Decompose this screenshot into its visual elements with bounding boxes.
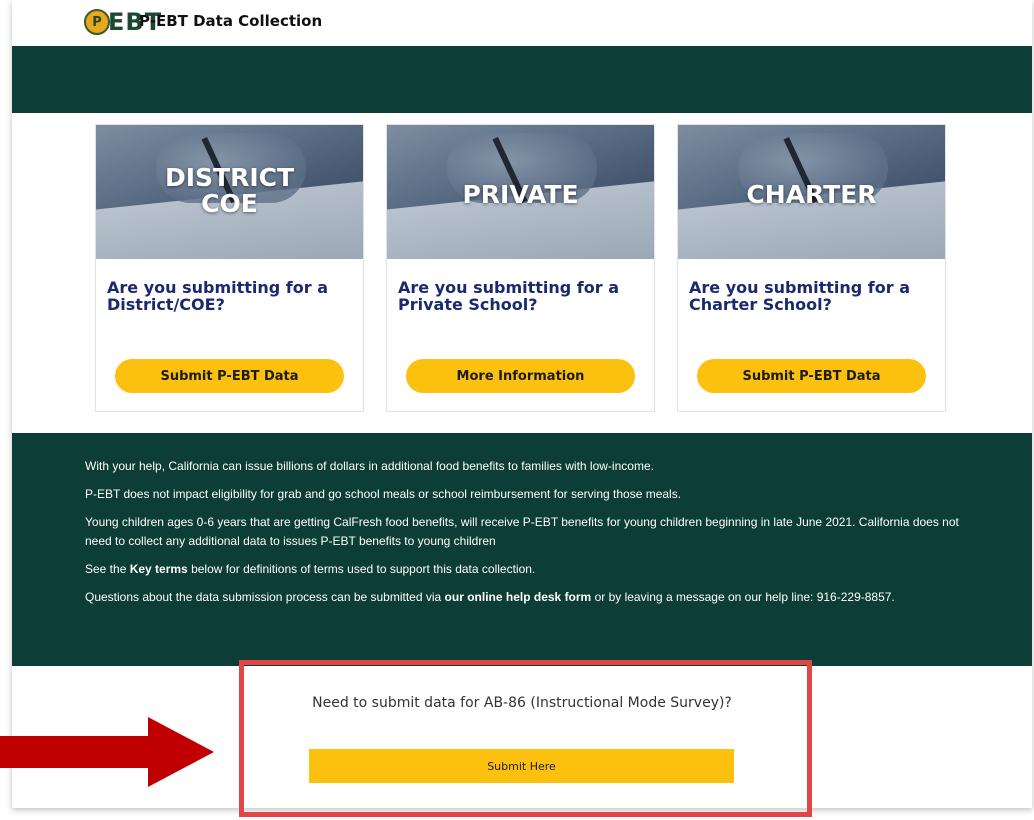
help-desk-form-link[interactable]: our online help desk form bbox=[445, 590, 592, 604]
info-text: or by leaving a message on our help line… bbox=[591, 590, 895, 604]
card-private-image: PRIVATE bbox=[387, 125, 654, 259]
info-text: See the bbox=[85, 562, 130, 576]
info-text: Questions about the data submission proc… bbox=[85, 590, 445, 604]
card-image-label: COE bbox=[201, 189, 258, 218]
submit-pebt-data-button[interactable]: Submit P-EBT Data bbox=[697, 359, 926, 393]
top-bar: P EBT P-EBT Data Collection bbox=[12, 0, 1032, 46]
info-paragraph: With your help, California can issue bil… bbox=[85, 459, 654, 473]
highlight-box bbox=[239, 660, 812, 817]
card-district-image: DISTRICT COE bbox=[96, 125, 363, 259]
red-arrow-icon bbox=[0, 717, 214, 787]
card-image-label: DISTRICT bbox=[164, 163, 295, 192]
key-terms-link[interactable]: Key terms bbox=[130, 562, 188, 576]
submit-pebt-data-button[interactable]: Submit P-EBT Data bbox=[115, 359, 344, 393]
card-private: PRIVATE Are you submitting for a Private… bbox=[386, 124, 655, 412]
card-charter: CHARTER Are you submitting for a Charter… bbox=[677, 124, 946, 412]
card-image-label: CHARTER bbox=[746, 180, 877, 209]
submission-cards: DISTRICT COE Are you submitting for a Di… bbox=[12, 113, 1032, 433]
card-question: Are you submitting for a Charter School? bbox=[689, 278, 911, 314]
card-question: Are you submitting for a Private School? bbox=[398, 278, 620, 314]
info-paragraph: Questions about the data submission proc… bbox=[85, 588, 965, 607]
hero-banner bbox=[12, 46, 1032, 113]
info-paragraph: Young children ages 0-6 years that are g… bbox=[85, 515, 959, 548]
info-paragraph: P-EBT does not impact eligibility for gr… bbox=[85, 487, 682, 501]
info-section: With your help, California can issue bil… bbox=[12, 433, 1032, 666]
app-title: P-EBT Data Collection bbox=[139, 12, 323, 30]
info-paragraph: See the Key terms below for definitions … bbox=[85, 560, 965, 579]
card-district: DISTRICT COE Are you submitting for a Di… bbox=[95, 124, 364, 412]
more-information-button[interactable]: More Information bbox=[406, 359, 635, 393]
card-question: Are you submitting for a District/COE? bbox=[107, 278, 329, 314]
card-image-label: PRIVATE bbox=[462, 180, 579, 209]
california-seal-icon: P bbox=[84, 9, 110, 35]
info-text: below for definitions of terms used to s… bbox=[187, 562, 536, 576]
card-charter-image: CHARTER bbox=[678, 125, 945, 259]
